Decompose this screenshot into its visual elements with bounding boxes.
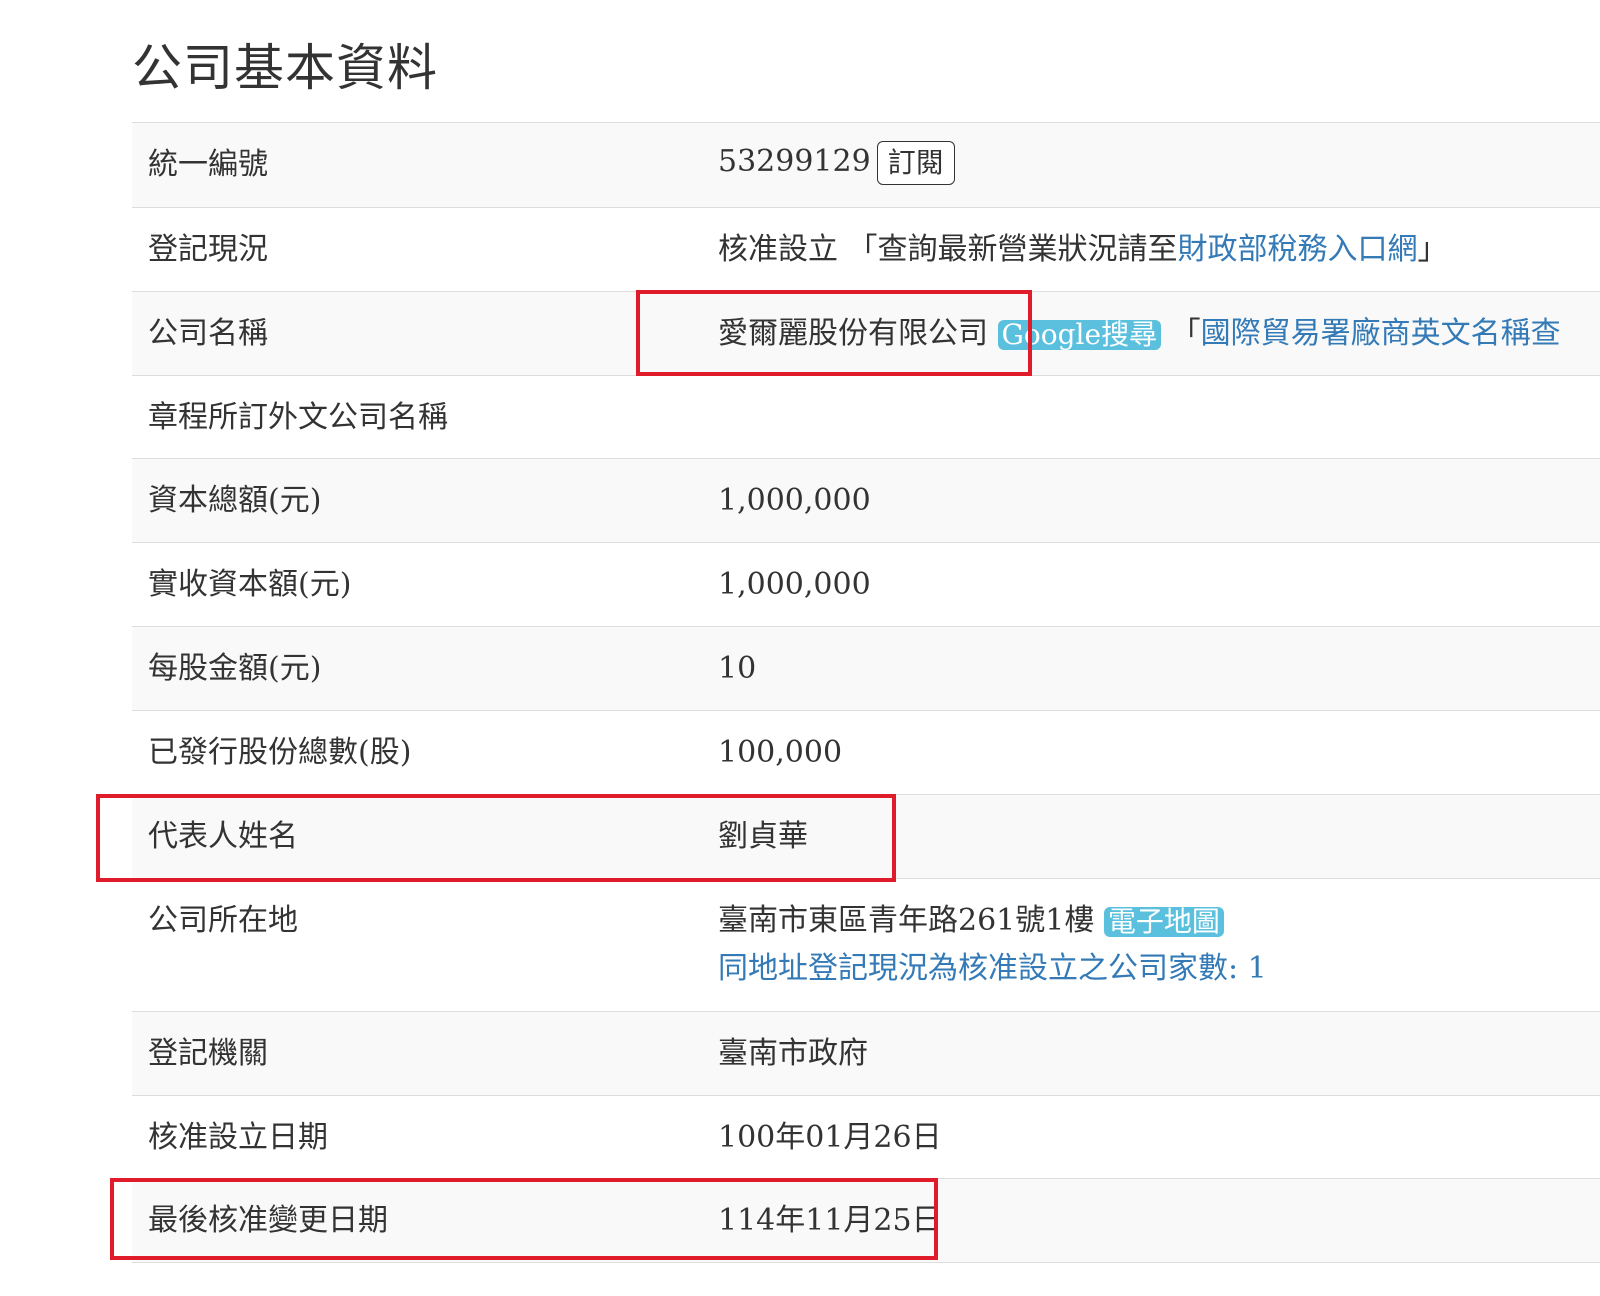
row-value: 100年01月26日 <box>718 1120 942 1155</box>
table-row-approval-date: 核准設立日期 100年01月26日 <box>132 1095 1600 1179</box>
table-row-paid-in-capital: 實收資本額(元) 1,000,000 <box>132 542 1600 627</box>
table-row-uniform-number: 統一編號 53299129 訂閱 <box>132 122 1600 208</box>
subscribe-button[interactable]: 訂閱 <box>876 141 955 185</box>
row-label: 代表人姓名 <box>148 819 298 854</box>
row-label: 已發行股份總數(股) <box>148 735 412 770</box>
table-row-capital-total: 資本總額(元) 1,000,000 <box>132 458 1600 543</box>
row-label: 登記現況 <box>148 232 268 267</box>
row-label: 公司名稱 <box>148 316 268 351</box>
row-label: 實收資本額(元) <box>148 567 352 602</box>
row-value: 臺南市政府 <box>718 1036 868 1071</box>
row-value <box>702 376 1600 459</box>
table-row-address: 公司所在地 臺南市東區青年路261號1樓 電子地圖 同地址登記現況為核准設立之公… <box>132 878 1600 1012</box>
row-value: 愛爾麗股份有限公司 Google搜尋 「國際貿易署廠商英文名稱查 <box>702 292 1600 376</box>
address-value: 臺南市東區青年路261號1樓 <box>718 903 1095 938</box>
row-value: 100,000 <box>718 735 843 770</box>
row-value: 劉貞華 <box>718 819 808 854</box>
table-row-registration-authority: 登記機關 臺南市政府 <box>132 1011 1600 1096</box>
table-row-last-change-date: 最後核准變更日期 114年11月25日 <box>132 1178 1600 1263</box>
google-search-badge[interactable]: Google搜尋 <box>997 320 1162 350</box>
trade-prefix-text: 「 <box>1170 316 1201 351</box>
registration-status-value: 核准設立 <box>718 232 838 267</box>
page-title: 公司基本資料 <box>132 39 438 97</box>
row-value: 核准設立 「查詢最新營業狀況請至財政部稅務入口網」 <box>702 208 1600 292</box>
company-name-value: 愛爾麗股份有限公司 <box>718 316 988 351</box>
row-label: 核准設立日期 <box>148 1120 328 1155</box>
row-value: 臺南市東區青年路261號1樓 電子地圖 同地址登記現況為核准設立之公司家數: 1 <box>702 879 1600 1012</box>
same-address-link[interactable]: 同地址登記現況為核准設立之公司家數: 1 <box>718 951 1267 986</box>
tax-portal-link[interactable]: 財政部稅務入口網 <box>1178 232 1418 267</box>
company-info-table: 統一編號 53299129 訂閱 登記現況 核准設立 「查詢最新營業狀況請至財政部… <box>132 122 1600 1263</box>
row-value: 53299129 訂閱 <box>702 123 1600 208</box>
row-value: 114年11月25日 <box>718 1203 942 1238</box>
row-label: 公司所在地 <box>148 903 298 938</box>
status-suffix-text: 」 <box>1417 232 1448 267</box>
map-badge[interactable]: 電子地圖 <box>1103 907 1224 937</box>
row-label: 登記機關 <box>148 1036 268 1071</box>
status-prefix-text: 「查詢最新營業狀況請至 <box>847 232 1178 267</box>
table-row-foreign-name: 章程所訂外文公司名稱 <box>132 375 1600 459</box>
table-row-registration-status: 登記現況 核准設立 「查詢最新營業狀況請至財政部稅務入口網」 <box>132 207 1600 292</box>
table-row-par-value: 每股金額(元) 10 <box>132 626 1600 711</box>
row-label: 統一編號 <box>148 147 268 182</box>
row-value: 1,000,000 <box>718 483 871 518</box>
row-label: 章程所訂外文公司名稱 <box>148 400 448 435</box>
trade-bureau-link[interactable]: 國際貿易署廠商英文名稱查 <box>1201 316 1561 351</box>
row-value: 1,000,000 <box>718 567 871 602</box>
row-label: 資本總額(元) <box>148 483 322 518</box>
row-label: 最後核准變更日期 <box>148 1203 388 1238</box>
table-row-company-name: 公司名稱 愛爾麗股份有限公司 Google搜尋 「國際貿易署廠商英文名稱查 <box>132 291 1600 376</box>
row-value: 10 <box>718 651 757 686</box>
table-row-shares-issued: 已發行股份總數(股) 100,000 <box>132 710 1600 795</box>
row-label: 每股金額(元) <box>148 651 322 686</box>
table-row-representative: 代表人姓名 劉貞華 <box>132 794 1600 879</box>
uniform-number-value: 53299129 <box>718 144 871 179</box>
